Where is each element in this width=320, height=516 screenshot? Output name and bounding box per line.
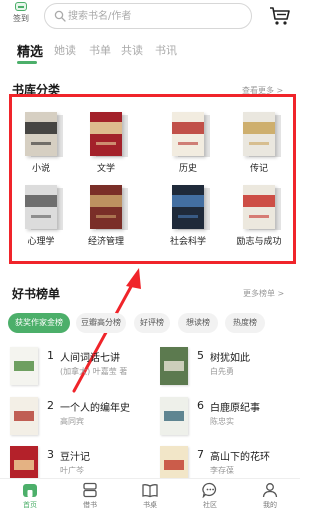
ranking-number: 6 — [197, 399, 204, 412]
bottom-nav: 首页 借书 书桌 社区 我的 — [0, 478, 300, 516]
home-icon — [23, 484, 37, 497]
category-label: 经济管理 — [87, 237, 124, 247]
tab-featured[interactable]: 精选 — [17, 41, 43, 60]
nav-home[interactable]: 首页 — [10, 482, 50, 516]
ranking-list-item[interactable]: 1 人间词话七讲 (加拿大) 叶嘉莹 著 — [10, 345, 150, 393]
rankings-section-title: 好书榜单 — [12, 287, 61, 301]
ranking-number: 5 — [197, 349, 204, 362]
ranking-book-cover — [160, 347, 188, 385]
ranking-book-cover — [10, 397, 38, 435]
pill-award-winners[interactable]: 获奖作家金榜 — [8, 313, 70, 333]
category-item[interactable]: 小说 — [8, 106, 74, 184]
ranking-book-title: 白鹿原纪事 — [210, 403, 260, 414]
top-tabs: 精选 她读 书单 共读 书讯 — [0, 40, 300, 64]
nav-home-label: 首页 — [23, 501, 37, 509]
signin-icon — [15, 2, 27, 11]
cart-icon[interactable] — [269, 6, 291, 26]
desk-icon — [142, 484, 158, 498]
signin-button[interactable]: 签到 — [9, 2, 33, 32]
category-cover-image — [90, 112, 122, 156]
ranking-number: 2 — [47, 399, 54, 412]
category-cover-image — [25, 185, 57, 229]
ranking-book-author: 高同宾 — [60, 417, 84, 426]
ranking-book-cover — [160, 397, 188, 435]
ranking-list-item[interactable]: 5 树犹如此白先勇 — [160, 345, 300, 393]
category-item[interactable]: 社会科学 — [155, 179, 221, 257]
ranking-book-title: 一个人的编年史 — [60, 403, 130, 414]
search-icon — [54, 10, 66, 22]
nav-borrow[interactable]: 借书 — [70, 482, 110, 516]
ranking-book-title: 高山下的花环 — [210, 452, 270, 463]
borrow-icon — [83, 482, 97, 498]
nav-community-label: 社区 — [203, 501, 217, 509]
pill-good-reviews[interactable]: 好评榜 — [134, 313, 170, 333]
category-cover-image — [243, 112, 275, 156]
ranking-number: 7 — [197, 448, 204, 461]
nav-profile[interactable]: 我的 — [250, 482, 290, 516]
ranking-book-title: 人间词话七讲 — [60, 353, 120, 364]
search-input[interactable] — [68, 8, 238, 24]
search-bar[interactable] — [44, 3, 252, 29]
ranking-book-author: 陈忠实 — [210, 417, 234, 426]
pill-want-to-read[interactable]: 想读榜 — [178, 313, 218, 333]
category-item[interactable]: 励志与成功 — [226, 179, 292, 257]
tab-book-news[interactable]: 书讯 — [155, 42, 177, 58]
ranking-list-item[interactable]: 2 一个人的编年史 高同宾 — [10, 395, 150, 443]
ranking-book-title: 豆汁记 — [60, 452, 90, 463]
nav-desk[interactable]: 书桌 — [130, 482, 170, 516]
signin-label: 签到 — [13, 14, 29, 23]
nav-desk-label: 书桌 — [143, 501, 157, 509]
category-item[interactable]: 心理学 — [8, 179, 74, 257]
category-item[interactable]: 文学 — [73, 106, 139, 184]
category-label: 心理学 — [27, 237, 55, 247]
category-label: 社会科学 — [169, 237, 206, 247]
ranking-book-title: 树犹如此 — [210, 353, 250, 364]
category-cover-image — [243, 185, 275, 229]
ranking-book-author: 叶广芩 — [60, 466, 84, 475]
category-label: 历史 — [178, 164, 197, 174]
category-cover-image — [90, 185, 122, 229]
profile-icon — [262, 483, 278, 498]
ranking-list-item[interactable]: 6 白鹿原纪事陈忠实 — [160, 395, 300, 443]
ranking-book-author: (加拿大) 叶嘉莹 著 — [60, 367, 128, 376]
tab-her-reading[interactable]: 她读 — [54, 42, 76, 58]
ranking-book-cover — [10, 347, 38, 385]
category-label: 文学 — [96, 164, 115, 174]
ranking-number: 3 — [47, 448, 54, 461]
community-icon — [202, 482, 217, 498]
category-cover-image — [172, 185, 204, 229]
nav-community[interactable]: 社区 — [190, 482, 230, 516]
category-label: 励志与成功 — [236, 237, 282, 247]
category-item[interactable]: 传记 — [226, 106, 292, 184]
top-bar: 签到 — [0, 0, 300, 34]
category-label: 小说 — [31, 164, 50, 174]
category-cover-image — [25, 112, 57, 156]
tab-booklists[interactable]: 书单 — [89, 42, 111, 58]
category-cover-image — [172, 112, 204, 156]
category-item[interactable]: 历史 — [155, 106, 221, 184]
rankings-more-link[interactable]: 更多榜单 > — [243, 288, 284, 299]
nav-borrow-label: 借书 — [83, 501, 97, 509]
ranking-number: 1 — [47, 349, 54, 362]
category-label: 传记 — [249, 164, 268, 174]
ranking-book-author: 李存葆 — [210, 466, 234, 475]
category-item[interactable]: 经济管理 — [73, 179, 139, 257]
nav-profile-label: 我的 — [263, 501, 277, 509]
pill-douban-high-score[interactable]: 豆瓣高分榜 — [76, 313, 126, 333]
active-tab-indicator — [17, 61, 37, 64]
pill-trending[interactable]: 热度榜 — [225, 313, 265, 333]
tab-co-reading[interactable]: 共读 — [121, 42, 143, 58]
ranking-book-author: 白先勇 — [210, 367, 234, 376]
